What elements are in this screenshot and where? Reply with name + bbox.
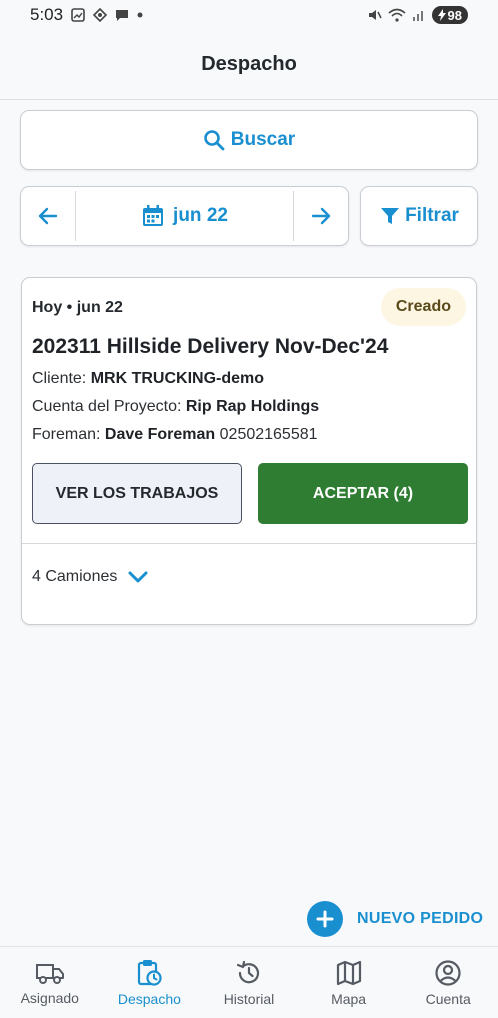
search-icon [203, 130, 225, 151]
battery-level: 98 [447, 7, 462, 23]
filter-label: Filtrar [405, 205, 459, 226]
card-divider [22, 543, 476, 544]
nav-item-asignado[interactable]: Asignado [0, 960, 99, 1006]
view-jobs-button[interactable]: VER LOS TRABAJOS [32, 463, 242, 524]
project-line: Cuenta del Proyecto: Rip Rap Holdings [32, 398, 319, 416]
app-notification-icon [93, 8, 108, 22]
arrow-left-icon [38, 207, 58, 225]
filter-button[interactable]: Filtrar [360, 186, 478, 246]
accept-label: ACEPTAR (4) [312, 484, 414, 502]
nav-label: Mapa [331, 990, 367, 1007]
search-button[interactable]: Buscar [20, 110, 478, 170]
arrow-right-icon [311, 207, 331, 225]
order-date: Hoy • jun 22 [32, 299, 123, 316]
foreman-label: Foreman: [32, 426, 101, 443]
page-title: Despacho [201, 53, 297, 75]
nav-item-despacho[interactable]: Despacho [100, 959, 199, 1007]
more-notifications-icon [137, 12, 143, 18]
trucks-label: 4 Camiones [32, 568, 118, 585]
client-line: Cliente: MRK TRUCKING-demo [32, 370, 264, 388]
next-date-button[interactable] [294, 187, 348, 245]
nav-item-historial[interactable]: Historial [199, 959, 298, 1007]
status-badge-label: Creado [395, 298, 451, 315]
client-label: Cliente: [32, 370, 87, 387]
client-value: MRK TRUCKING-demo [90, 370, 265, 387]
nav-label: Cuenta [425, 990, 471, 1007]
message-notification-icon [116, 10, 129, 21]
account-icon [435, 959, 461, 986]
previous-date-button[interactable] [21, 187, 75, 245]
foreman-phone[interactable]: 02502165581 [220, 426, 318, 443]
chevron-down-icon [128, 571, 148, 583]
plus-icon [316, 910, 334, 928]
status-left: 5:03 [30, 5, 143, 25]
map-icon [336, 960, 361, 985]
search-label: Buscar [230, 129, 296, 150]
project-label: Cuenta del Proyecto: [32, 398, 182, 415]
trucks-expander[interactable]: 4 Camiones [32, 568, 149, 586]
truck-icon [35, 963, 64, 984]
signal-icon [412, 11, 423, 21]
app-bar: Despacho [0, 30, 498, 100]
foreman-name: Dave Foreman [104, 426, 216, 443]
status-right: 98 [368, 6, 468, 24]
clipboard-clock-icon [138, 959, 162, 986]
selected-date: jun 22 [173, 205, 228, 226]
charging-icon [437, 9, 446, 21]
status-bar: 5:03 98 [0, 0, 498, 30]
filter-icon [381, 208, 400, 224]
order-card: Hoy • jun 22 Creado 202311 Hillside Deli… [21, 277, 477, 625]
status-time: 5:03 [30, 5, 64, 24]
new-order-button[interactable]: NUEVO PEDIDO [307, 901, 483, 937]
date-navigator: jun 22 [20, 186, 349, 246]
nav-label: Historial [223, 990, 275, 1007]
nav-label: Asignado [20, 989, 79, 1006]
fab-circle [307, 901, 343, 937]
calendar-icon [143, 205, 164, 226]
project-value: Rip Rap Holdings [185, 398, 320, 415]
accept-button[interactable]: ACEPTAR (4) [258, 463, 468, 524]
mute-icon [368, 10, 382, 20]
foreman-line: Foreman: Dave Foreman 02502165581 [32, 426, 318, 444]
nav-item-mapa[interactable]: Mapa [299, 959, 398, 1007]
history-icon [236, 960, 260, 983]
wifi-icon [388, 8, 406, 22]
battery-indicator: 98 [431, 6, 468, 24]
nav-item-cuenta[interactable]: Cuenta [399, 959, 498, 1007]
bottom-navigation: Asignado Despacho Historial Mapa Cuenta [0, 946, 498, 1018]
view-jobs-label: VER LOS TRABAJOS [55, 484, 219, 502]
gallery-notification-icon [71, 8, 85, 22]
date-picker-button[interactable]: jun 22 [76, 187, 293, 245]
new-order-label: NUEVO PEDIDO [357, 910, 484, 927]
nav-label: Despacho [117, 990, 181, 1007]
status-badge: Creado [380, 288, 466, 326]
order-title: 202311 Hillside Delivery Nov-Dec'24 [32, 335, 389, 358]
